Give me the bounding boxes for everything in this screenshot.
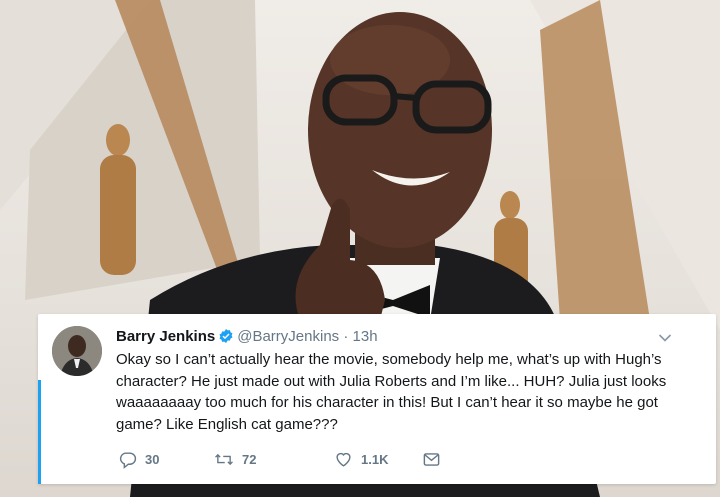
like-count: 1.1K (361, 452, 389, 467)
thread-line (38, 380, 41, 484)
chevron-down-icon[interactable] (658, 330, 672, 348)
reply-count: 30 (145, 452, 160, 467)
tweet-actions: 30 72 1.1K (116, 450, 440, 470)
reply-icon (119, 452, 137, 469)
display-name[interactable]: Barry Jenkins (116, 328, 215, 345)
retweet-icon (215, 453, 233, 466)
avatar[interactable] (52, 326, 102, 376)
handle[interactable]: @BarryJenkins (237, 328, 339, 345)
reply-button[interactable]: 30 (118, 450, 159, 469)
direct-message-button[interactable] (422, 450, 449, 469)
like-button[interactable]: 1.1K (334, 450, 388, 469)
avatar-image (52, 326, 102, 376)
tweet-header: Barry Jenkins @BarryJenkins · 13h (116, 328, 378, 349)
retweet-button[interactable]: 72 (214, 450, 256, 469)
heart-icon (336, 452, 351, 467)
verified-badge-icon (218, 328, 234, 349)
timestamp[interactable]: 13h (353, 328, 378, 345)
separator: · (343, 328, 349, 345)
retweet-count: 72 (242, 452, 257, 467)
envelope-icon (423, 453, 440, 466)
tweet-card[interactable]: Barry Jenkins @BarryJenkins · 13h Okay so… (38, 314, 716, 484)
tweet-text: Okay so I can’t actually hear the movie,… (116, 351, 667, 433)
